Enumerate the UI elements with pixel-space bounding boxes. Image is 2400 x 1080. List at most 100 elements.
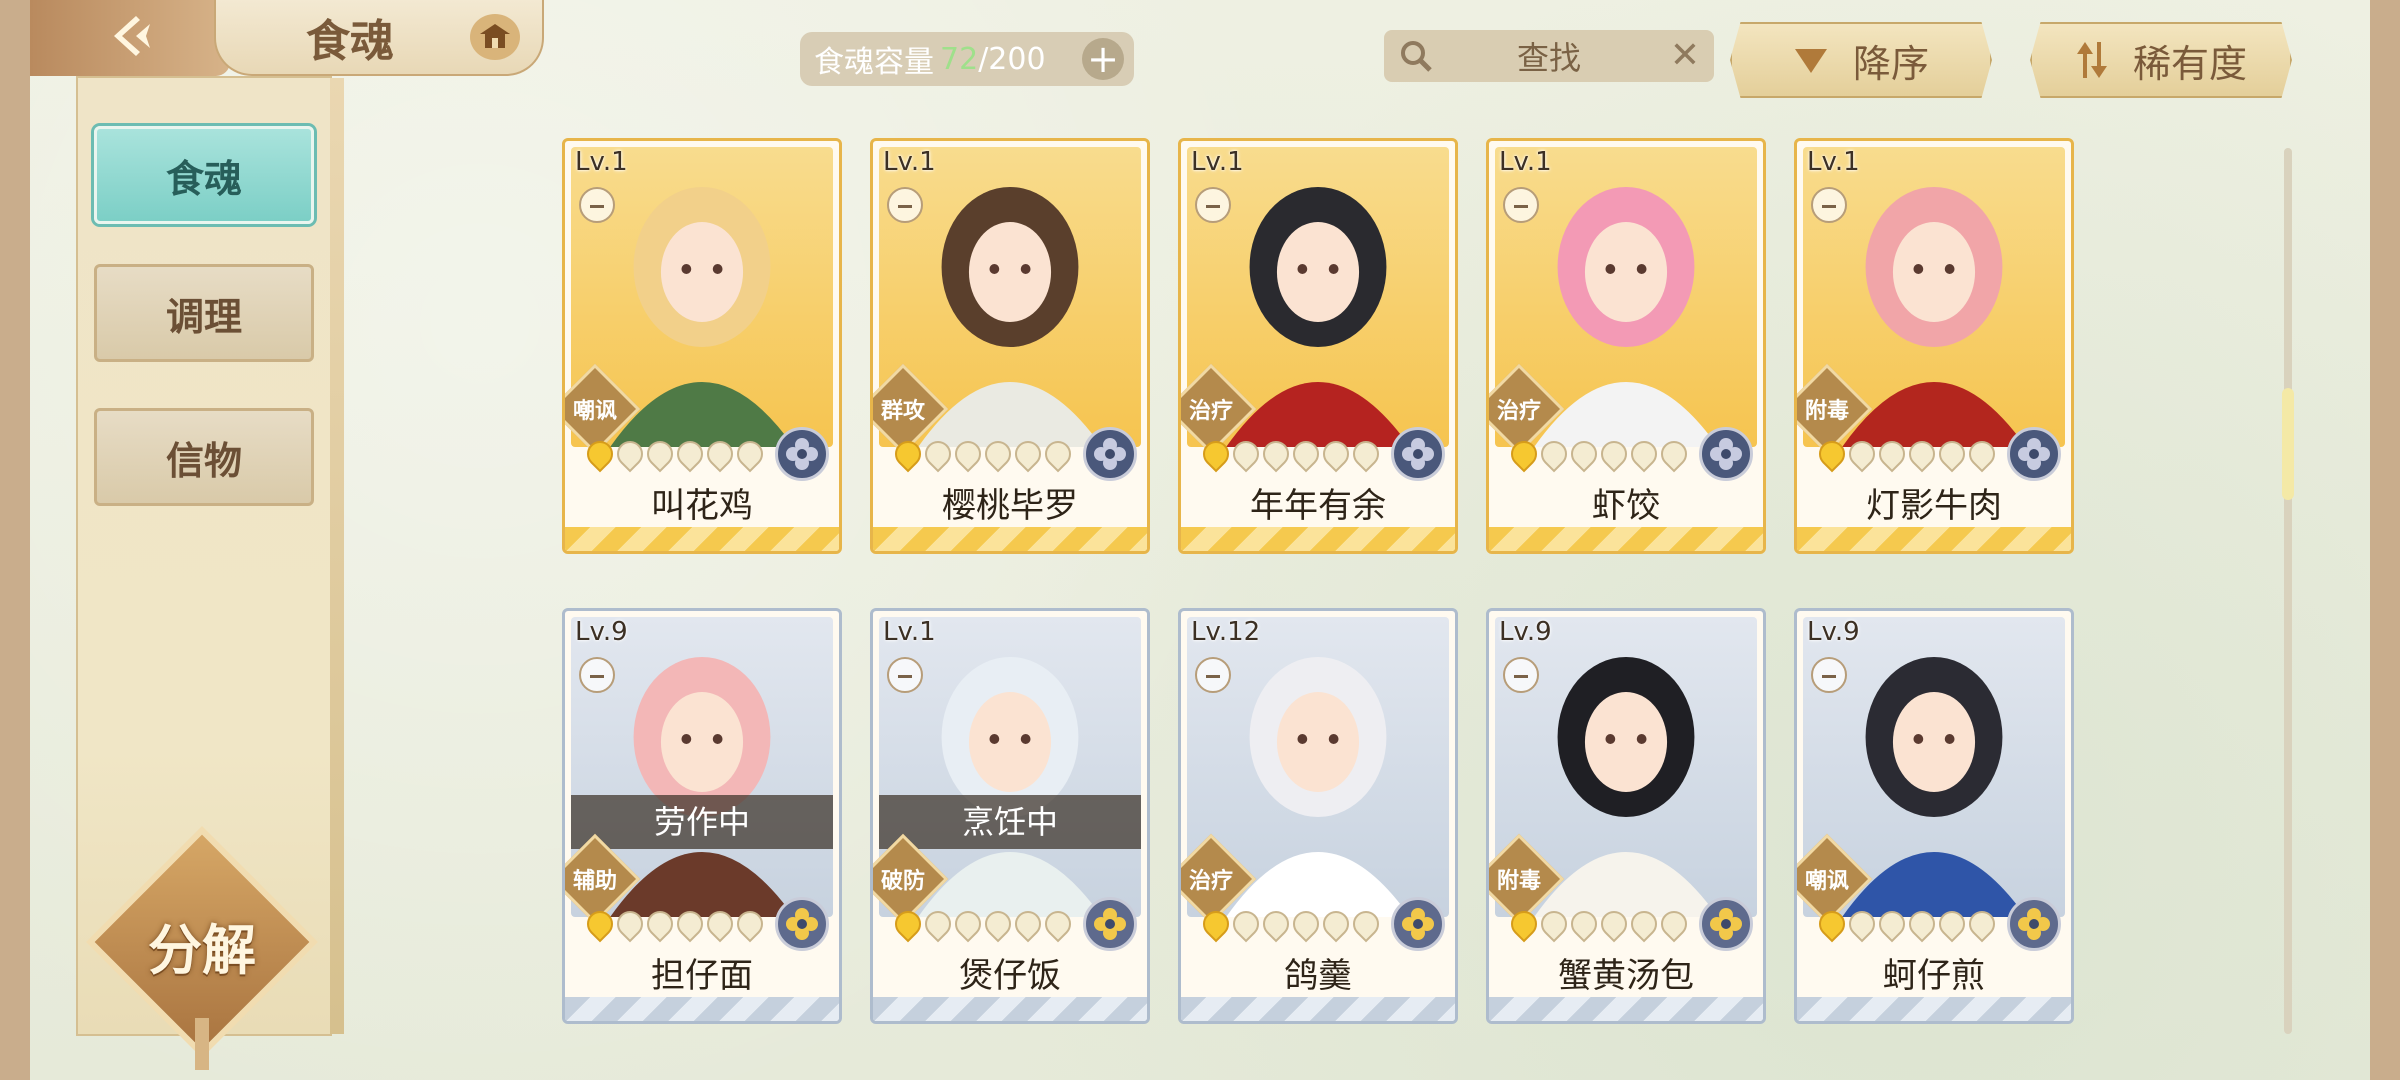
card-name: 樱桃毕罗 bbox=[942, 486, 1078, 526]
back-button[interactable] bbox=[30, 0, 230, 76]
star-icon bbox=[611, 435, 649, 473]
food-soul-card[interactable]: Lv.9 附毒 蟹黄汤包 bbox=[1486, 608, 1766, 1024]
card-role: 辅助 bbox=[572, 869, 617, 894]
expression-badge-icon bbox=[1195, 187, 1231, 223]
star-icon bbox=[701, 435, 739, 473]
capacity-current: 72 bbox=[940, 41, 979, 77]
rarity-band bbox=[1489, 997, 1763, 1021]
capacity-total: /200 bbox=[978, 41, 1046, 77]
star-icon bbox=[979, 435, 1017, 473]
capacity-label: 食魂容量 bbox=[814, 45, 934, 80]
star-icon bbox=[949, 435, 987, 473]
game-screen: 食魂 食魂容量 72 /200 + 查找 ✕ 降序 稀有度 食魂 调理 信物 分… bbox=[0, 0, 2400, 1080]
tab-tokens[interactable]: 信物 bbox=[94, 408, 314, 506]
clear-search-icon[interactable]: ✕ bbox=[1670, 38, 1700, 74]
food-soul-card[interactable]: Lv.1 治疗 年年有余 bbox=[1178, 138, 1458, 554]
search-placeholder: 查找 bbox=[1516, 39, 1581, 77]
left-edge bbox=[0, 0, 30, 1080]
star-icon bbox=[671, 435, 709, 473]
star-icon bbox=[1595, 435, 1633, 473]
food-soul-card[interactable]: Lv.9 嘲讽 蚵仔煎 bbox=[1794, 608, 2074, 1024]
element-flower-icon bbox=[1699, 897, 1753, 951]
star-icon bbox=[1227, 435, 1265, 473]
star-icon bbox=[1287, 435, 1325, 473]
search-input[interactable]: 查找 ✕ bbox=[1384, 30, 1714, 82]
card-role: 嘲讽 bbox=[1804, 869, 1849, 894]
star-icon bbox=[1843, 435, 1881, 473]
food-soul-card[interactable]: Lv.1 群攻樱桃毕罗 bbox=[870, 138, 1150, 554]
element-flower-icon bbox=[2007, 897, 2061, 951]
star-rating bbox=[1197, 905, 1385, 943]
star-icon bbox=[1903, 435, 1941, 473]
card-name: 叫花鸡 bbox=[651, 486, 753, 526]
card-status: 烹饪中 bbox=[879, 795, 1141, 849]
expression-badge-icon bbox=[1811, 657, 1847, 693]
star-icon bbox=[1287, 905, 1325, 943]
scrollbar-track[interactable] bbox=[2284, 148, 2292, 1034]
food-soul-card[interactable]: Lv.9 劳作中 辅助 担仔面 bbox=[562, 608, 842, 1024]
star-icon bbox=[1505, 435, 1543, 473]
element-flower-icon bbox=[1391, 427, 1445, 481]
food-soul-card[interactable]: Lv.1 嘲讽 叫花鸡 bbox=[562, 138, 842, 554]
star-icon bbox=[1933, 905, 1971, 943]
card-name: 灯影牛肉 bbox=[1866, 486, 2002, 526]
star-icon bbox=[1813, 435, 1851, 473]
star-icon bbox=[731, 435, 769, 473]
expression-badge-icon bbox=[579, 187, 615, 223]
star-rating bbox=[889, 905, 1077, 943]
card-level: Lv.1 bbox=[1499, 147, 1552, 177]
rarity-band bbox=[1181, 997, 1455, 1021]
sort-order-label: 降序 bbox=[1852, 41, 1929, 86]
scrollbar-thumb[interactable] bbox=[2282, 388, 2294, 500]
food-soul-card[interactable]: Lv.1 烹饪中 破防 煲仔饭 bbox=[870, 608, 1150, 1024]
star-icon bbox=[1873, 905, 1911, 943]
food-soul-card[interactable]: Lv.1 附毒 灯影牛肉 bbox=[1794, 138, 2074, 554]
card-name: 蚵仔煎 bbox=[1883, 956, 1985, 996]
star-icon bbox=[1625, 905, 1663, 943]
card-role: 破防 bbox=[880, 869, 925, 894]
page-title-tab: 食魂 bbox=[214, 0, 544, 76]
tab-food-souls[interactable]: 食魂 bbox=[94, 126, 314, 224]
card-level: Lv.1 bbox=[883, 617, 936, 647]
star-rating bbox=[1813, 905, 2001, 943]
card-level: Lv.1 bbox=[883, 147, 936, 177]
card-level: Lv.1 bbox=[575, 147, 628, 177]
star-icon bbox=[1039, 435, 1077, 473]
star-icon bbox=[1963, 905, 2001, 943]
tab-conditioning[interactable]: 调理 bbox=[94, 264, 314, 362]
element-flower-icon bbox=[775, 427, 829, 481]
star-icon bbox=[581, 435, 619, 473]
star-icon bbox=[671, 905, 709, 943]
pavilion-icon[interactable] bbox=[470, 14, 520, 60]
star-icon bbox=[611, 905, 649, 943]
element-flower-icon bbox=[1699, 427, 1753, 481]
card-name: 鸽羹 bbox=[1284, 956, 1352, 996]
star-icon bbox=[1565, 435, 1603, 473]
star-icon bbox=[1963, 435, 2001, 473]
sort-order-button[interactable]: 降序 bbox=[1730, 22, 1992, 98]
sort-rarity-label: 稀有度 bbox=[2132, 41, 2247, 86]
sort-rarity-button[interactable]: 稀有度 bbox=[2030, 22, 2292, 98]
food-soul-card[interactable]: Lv.12 治疗 鸽羹 bbox=[1178, 608, 1458, 1024]
star-icon bbox=[1227, 905, 1265, 943]
card-name: 担仔面 bbox=[651, 956, 753, 996]
decompose-label: 分解 bbox=[148, 918, 256, 982]
star-rating bbox=[1505, 435, 1693, 473]
expression-badge-icon bbox=[1503, 187, 1539, 223]
star-icon bbox=[919, 435, 957, 473]
star-icon bbox=[1625, 435, 1663, 473]
page-title: 食魂 bbox=[306, 16, 394, 67]
food-soul-card[interactable]: Lv.1 治疗 虾饺 bbox=[1486, 138, 1766, 554]
star-icon bbox=[1257, 435, 1295, 473]
expression-badge-icon bbox=[1195, 657, 1231, 693]
element-flower-icon bbox=[1083, 897, 1137, 951]
right-edge bbox=[2370, 0, 2400, 1080]
star-icon bbox=[919, 905, 957, 943]
element-flower-icon bbox=[775, 897, 829, 951]
expression-badge-icon bbox=[1503, 657, 1539, 693]
rarity-band bbox=[565, 997, 839, 1021]
card-role: 群攻 bbox=[880, 399, 925, 424]
add-capacity-button[interactable]: + bbox=[1082, 38, 1124, 80]
card-role: 治疗 bbox=[1188, 399, 1233, 424]
card-role: 附毒 bbox=[1496, 869, 1541, 894]
